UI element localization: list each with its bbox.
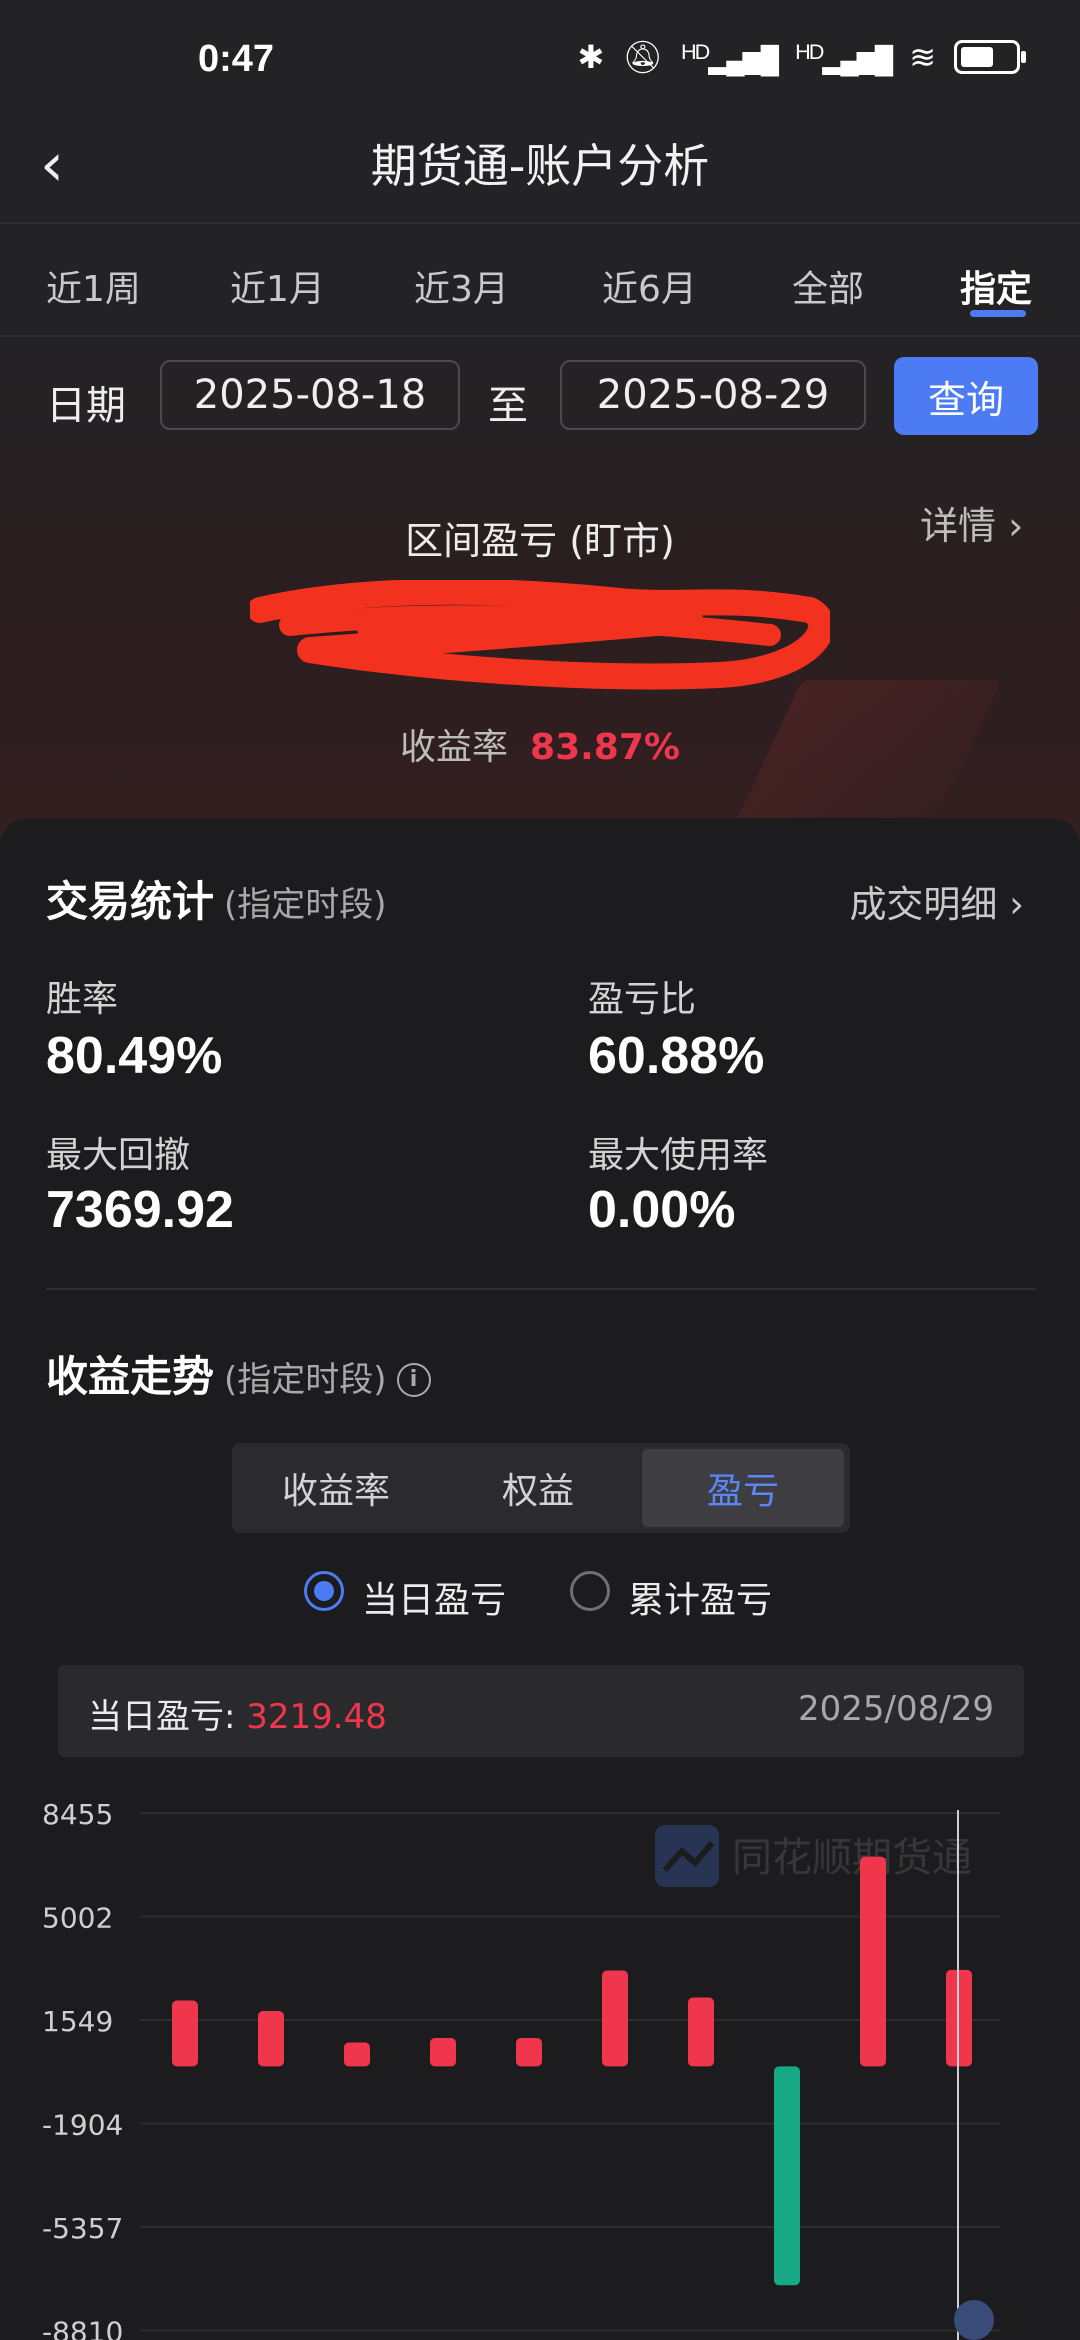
radio-daily-pnl[interactable] — [304, 1571, 344, 1611]
pnl-bar-chart[interactable]: 8455 5002 1549 -1904 -5357 -8810 同花顺期货通 — [0, 1785, 1080, 2340]
y-tick-label: 8455 — [42, 1798, 113, 1831]
signal-icon-2: HD▂▄▆█ — [795, 38, 893, 75]
chart-bar[interactable] — [430, 2037, 456, 2067]
nav-bar: ‹ 期货通-账户分析 — [0, 120, 1080, 220]
date-filter: 日期 2025-08-18 至 2025-08-29 查询 — [0, 355, 1080, 435]
segment-yield[interactable]: 收益率 — [238, 1449, 434, 1527]
chart-bar[interactable] — [688, 1997, 714, 2067]
chart-bar[interactable] — [258, 2010, 284, 2067]
active-tab-indicator — [970, 310, 1026, 317]
trend-segment-control: 收益率 权益 盈亏 — [232, 1443, 850, 1533]
tab-3month[interactable]: 近3月 — [414, 260, 509, 312]
trade-detail-link[interactable]: 成交明细 › — [849, 874, 1024, 928]
divider — [0, 335, 1080, 337]
bell-muted-icon: 🔕︎ — [622, 39, 663, 75]
end-date-field[interactable]: 2025-08-29 — [560, 360, 866, 430]
daily-pnl-date: 2025/08/29 — [798, 1689, 994, 1729]
chart-bar[interactable] — [516, 2037, 542, 2067]
chart-corner-badge — [954, 2300, 994, 2340]
radio-daily-pnl-label[interactable]: 当日盈亏 — [362, 1571, 506, 1623]
info-icon[interactable]: i — [396, 1362, 431, 1397]
range-pnl-title: 区间盈亏 (盯市) — [405, 519, 675, 563]
signal-icon: HD▂▄▆█ — [680, 38, 779, 75]
chart-badge-icon — [954, 2300, 994, 2340]
radio-cumulative-pnl-label[interactable]: 累计盈亏 — [628, 1571, 772, 1623]
tab-all[interactable]: 全部 — [792, 260, 864, 312]
tab-6month[interactable]: 近6月 — [602, 260, 697, 312]
max-drawdown-label: 最大回撤 — [46, 1135, 191, 1176]
divider — [46, 1288, 1036, 1290]
tab-1month[interactable]: 近1月 — [230, 260, 325, 312]
date-separator: 至 — [488, 383, 528, 429]
status-time: 0:47 — [198, 38, 275, 80]
daily-pnl-box: 当日盈亏: 3219.48 2025/08/29 — [58, 1665, 1024, 1757]
y-tick-label: -8810 — [42, 2316, 123, 2340]
watermark-text: 同花顺期货通 — [732, 1835, 972, 1881]
yield-label: 收益率 — [400, 727, 509, 768]
tab-custom[interactable]: 指定 — [960, 260, 1032, 312]
win-rate-value: 80.49% — [46, 1027, 223, 1085]
bluetooth-icon: ✱ — [577, 39, 605, 75]
daily-pnl-value: 3219.48 — [246, 1697, 387, 1737]
date-label: 日期 — [46, 383, 126, 429]
wifi-icon: ≋ — [909, 39, 936, 75]
pnl-ratio-value: 60.88% — [588, 1027, 765, 1085]
y-tick-label: 5002 — [42, 1902, 113, 1935]
query-button[interactable]: 查询 — [894, 357, 1038, 435]
win-rate-label: 胜率 — [46, 979, 119, 1020]
max-usage-value: 0.00% — [588, 1181, 736, 1239]
max-drawdown-value: 7369.92 — [46, 1181, 234, 1239]
battery-icon — [954, 40, 1026, 74]
y-tick-label: 1549 — [42, 2005, 113, 2038]
pnl-ratio-label: 盈亏比 — [588, 979, 697, 1020]
status-icons: ✱ 🔕︎ HD▂▄▆█ HD▂▄▆█ ≋ — [577, 38, 1026, 76]
chart-bar[interactable] — [172, 2000, 198, 2067]
chart-bar[interactable] — [860, 1856, 886, 2067]
trend-title: 收益走势 (指定时段) i — [46, 1343, 431, 1404]
segment-pnl[interactable]: 盈亏 — [642, 1449, 844, 1527]
trade-stats-title: 交易统计 (指定时段) — [46, 877, 387, 926]
y-tick-label: -5357 — [42, 2212, 123, 2245]
start-date-field[interactable]: 2025-08-18 — [160, 360, 460, 430]
yield-row: 收益率 83.87% — [0, 718, 1080, 770]
max-usage-label: 最大使用率 — [588, 1135, 769, 1176]
chart-bar[interactable] — [602, 1970, 628, 2067]
pnl-mode-radios: 当日盈亏 累计盈亏 — [0, 1565, 1080, 1625]
redacted-value-scribble — [250, 580, 830, 690]
chart-bar[interactable] — [344, 2042, 370, 2067]
status-bar: 0:47 ✱ 🔕︎ HD▂▄▆█ HD▂▄▆█ ≋ — [0, 0, 1080, 120]
daily-pnl-label: 当日盈亏: 3219.48 — [88, 1697, 387, 1737]
divider — [0, 222, 1080, 224]
period-tabs: 近1周 近1月 近3月 近6月 全部 指定 — [0, 250, 1080, 330]
tab-1week[interactable]: 近1周 — [46, 260, 141, 312]
y-tick-label: -1904 — [42, 2109, 123, 2142]
segment-equity[interactable]: 权益 — [440, 1449, 636, 1527]
page-title: 期货通-账户分析 — [370, 139, 710, 193]
chart-bar[interactable] — [774, 2066, 800, 2286]
radio-cumulative-pnl[interactable] — [570, 1571, 610, 1611]
yield-value: 83.87% — [530, 727, 680, 768]
